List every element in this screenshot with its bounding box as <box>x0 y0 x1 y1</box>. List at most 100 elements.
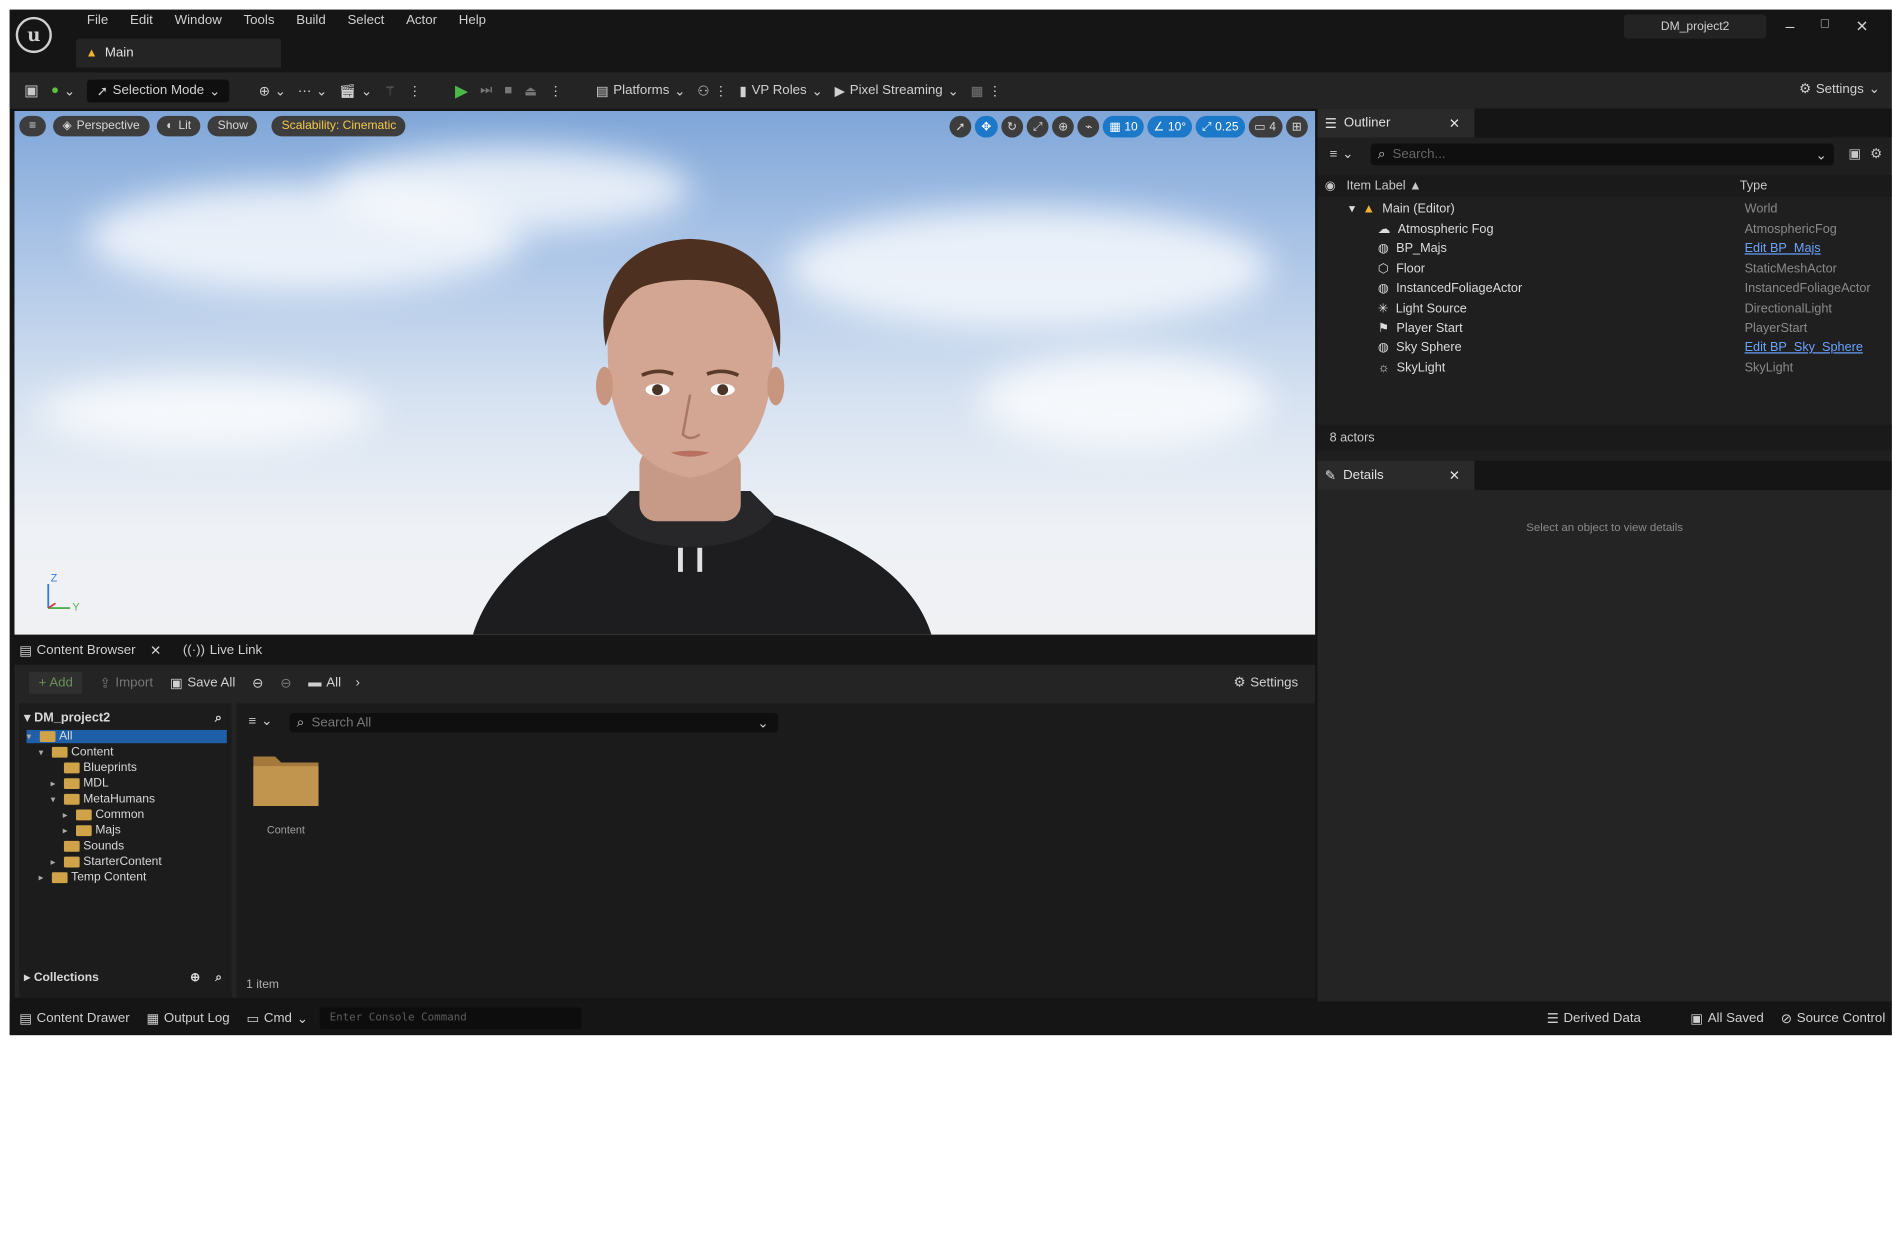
filter-button[interactable]: ≡ ⌄ <box>249 713 273 729</box>
lit-button[interactable]: ◐ Lit <box>156 115 201 137</box>
gear-icon[interactable]: ⚙ <box>1870 146 1882 161</box>
chevron-right-icon[interactable]: ▸ <box>63 825 73 836</box>
close-icon[interactable]: ✕ <box>150 642 161 658</box>
outliner-row-world[interactable]: ▾ ▲ Main (Editor) World <box>1317 199 1891 218</box>
chevron-right-icon[interactable]: ▸ <box>39 872 49 883</box>
outliner-row[interactable]: ◍ Sky Sphere Edit BP_Sky_Sphere <box>1317 338 1891 357</box>
menu-file[interactable]: File <box>76 13 119 27</box>
scale-tool[interactable]: ⤢ <box>1026 115 1049 138</box>
outliner-row[interactable]: ⬡ Floor StaticMeshActor <box>1317 259 1891 278</box>
extra-button[interactable]: ▦ ⋮ <box>971 83 1002 98</box>
tree-folder[interactable]: ▸ Temp Content <box>39 871 147 884</box>
grid-snap-toggle[interactable]: ▦ 10 <box>1103 115 1144 138</box>
surface-snap-toggle[interactable]: ⌁ <box>1077 115 1100 138</box>
tree-header[interactable]: ▾ DM_project2 ⌕ <box>24 708 227 727</box>
blueprint-button[interactable]: ⋯ ⌄ <box>298 83 327 98</box>
menu-tools[interactable]: Tools <box>233 13 286 27</box>
outliner-row[interactable]: ✳ Light Source DirectionalLight <box>1317 299 1891 318</box>
content-drawer-button[interactable]: ▤ Content Drawer <box>19 1010 129 1026</box>
close-icon[interactable]: ✕ <box>1449 468 1460 483</box>
col-type-header[interactable]: Type <box>1740 179 1767 193</box>
close-icon[interactable]: ✕ <box>1449 115 1460 130</box>
tab-details[interactable]: ✎ Details ✕ <box>1317 460 1475 490</box>
restore-icon[interactable]: □ <box>1821 17 1829 36</box>
source-control-button[interactable]: ⊘ Source Control <box>1781 1010 1885 1026</box>
level-viewport[interactable]: ≡ ◈ Perspective ◐ Lit Show Scalability: Ci… <box>14 110 1316 635</box>
menu-select[interactable]: Select <box>337 13 396 27</box>
filter-button[interactable]: ≡ ⌄ <box>1330 146 1354 162</box>
show-button[interactable]: Show <box>208 115 258 137</box>
tree-folder[interactable]: ▾ All <box>26 729 227 744</box>
history-back-button[interactable]: ⊖ <box>252 675 263 690</box>
more-options-icon[interactable]: ⋮ <box>408 83 421 98</box>
output-log-button[interactable]: ▦ Output Log <box>147 1010 230 1026</box>
platforms-button[interactable]: ▤ Platforms ⌄ <box>596 83 685 98</box>
selection-mode-dropdown[interactable]: ➚ Selection Mode ⌄ <box>87 79 230 102</box>
close-icon[interactable]: ✕ <box>1855 17 1868 36</box>
cmd-dropdown[interactable]: ▭ Cmd ⌄ <box>246 1010 307 1026</box>
chevron-right-icon[interactable]: ▸ <box>63 810 73 821</box>
menu-actor[interactable]: Actor <box>395 13 448 27</box>
import-button[interactable]: ⇪ Import <box>99 675 153 691</box>
select-tool[interactable]: ➚ <box>949 115 972 138</box>
chevron-right-icon[interactable]: ▸ <box>51 857 61 868</box>
history-forward-button[interactable]: ⊖ <box>280 675 291 690</box>
console-input[interactable]: Enter Console Command <box>319 1007 582 1030</box>
menu-edit[interactable]: Edit <box>119 13 164 27</box>
tab-content-browser[interactable]: ▤ Content Browser ✕ <box>19 642 161 658</box>
metahuman-character[interactable] <box>425 232 956 635</box>
visibility-icon[interactable]: ◉ <box>1325 179 1336 193</box>
add-folder-icon[interactable]: ▣ <box>1848 146 1861 161</box>
outliner-search-input[interactable]: ⌕ Search... ⌄ <box>1370 143 1834 166</box>
level-tab-main[interactable]: ▲ Main <box>76 38 282 68</box>
search-icon[interactable]: ⌕ <box>215 710 222 726</box>
asset-search-input[interactable]: ⌕ Search All ⌄ <box>289 713 779 733</box>
search-icon[interactable]: ⌕ <box>215 971 222 984</box>
scale-snap-toggle[interactable]: ⤢ 0.25 <box>1195 115 1245 138</box>
add-collection-icon[interactable]: ⊕ <box>190 971 200 984</box>
chevron-right-icon[interactable]: ▸ <box>51 778 61 789</box>
add-actor-button[interactable]: ⊕ ⌄ <box>259 83 286 98</box>
viewport-menu-button[interactable]: ≡ <box>19 115 46 137</box>
tree-folder[interactable]: ▸ Common <box>63 808 145 821</box>
minimize-icon[interactable]: – <box>1786 17 1795 36</box>
menu-help[interactable]: Help <box>448 13 497 27</box>
chevron-down-icon[interactable]: ▾ <box>27 731 37 742</box>
tree-folder[interactable]: Sounds <box>51 840 124 853</box>
layout-button[interactable]: ⊞ <box>1285 115 1308 138</box>
pixel-streaming-button[interactable]: ▶ Pixel Streaming ⌄ <box>835 83 959 98</box>
tab-outliner[interactable]: ☰ Outliner ✕ <box>1317 108 1475 138</box>
rotation-snap-toggle[interactable]: ∠ 10° <box>1147 115 1193 138</box>
play-button[interactable]: ▶ <box>455 80 468 101</box>
unreal-logo-icon[interactable]: u <box>15 16 52 54</box>
tree-folder[interactable]: Blueprints <box>51 761 137 775</box>
all-saved-button[interactable]: ▣ All Saved <box>1690 1010 1763 1026</box>
chevron-down-icon[interactable]: ▾ <box>51 794 61 805</box>
camera-speed-button[interactable]: ▭ 4 <box>1248 115 1283 138</box>
translate-tool[interactable]: ✥ <box>975 115 998 138</box>
stop-button[interactable]: ■ <box>504 83 512 97</box>
people-button[interactable]: ⚇ ⋮ <box>697 83 727 98</box>
outliner-row[interactable]: ⚑ Player Start PlayerStart <box>1317 319 1891 338</box>
settings-button[interactable]: ⚙ Settings ⌄ <box>1799 81 1880 96</box>
cb-settings-button[interactable]: ⚙ Settings <box>1233 674 1298 690</box>
tree-folder[interactable]: ▸ MDL <box>51 777 109 790</box>
asset-tile[interactable]: Content <box>249 744 324 841</box>
step-button[interactable]: ⏭︎ <box>480 83 492 99</box>
add-button[interactable]: + Add <box>28 672 83 694</box>
tab-live-link[interactable]: ((·)) Live Link <box>183 643 262 657</box>
chevron-down-icon[interactable]: ▾ <box>39 747 49 758</box>
derived-data-button[interactable]: ☰ Derived Data <box>1547 1010 1641 1026</box>
tree-folder[interactable]: ▸ Majs <box>63 824 121 837</box>
eject-button[interactable]: ⏏ <box>524 83 537 98</box>
cinematics-button[interactable]: 🎬︎ ⌄ <box>339 83 372 98</box>
outliner-row[interactable]: ☼ SkyLight SkyLight <box>1317 358 1891 377</box>
edit-blueprint-link[interactable]: Edit BP_Sky_Sphere <box>1745 341 1863 355</box>
tree-folder[interactable]: ▾ MetaHumans <box>51 793 155 806</box>
rotate-tool[interactable]: ↻ <box>1000 115 1024 138</box>
menu-build[interactable]: Build <box>285 13 336 27</box>
edit-blueprint-link[interactable]: Edit BP_Majs <box>1745 242 1821 256</box>
tree-folder[interactable]: ▾ Content <box>39 746 114 759</box>
menu-window[interactable]: Window <box>164 13 233 27</box>
source-control-status-button[interactable]: ● ⌄ <box>51 83 75 98</box>
